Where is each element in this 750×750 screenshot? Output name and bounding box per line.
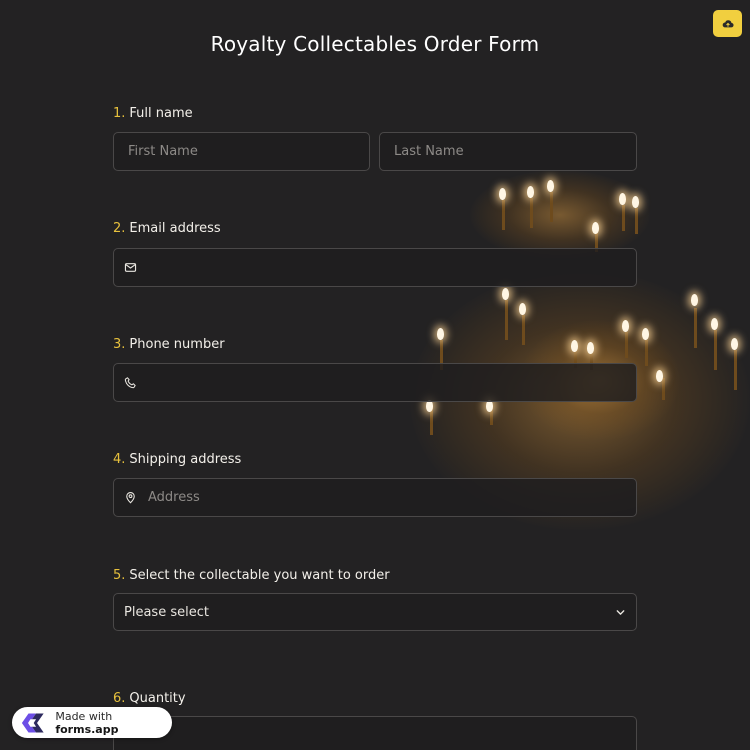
question-number: 6. <box>113 691 126 706</box>
phone-icon <box>124 376 138 390</box>
form-title: Royalty Collectables Order Form <box>210 32 540 56</box>
question-label: Phone number <box>129 337 225 352</box>
first-name-input[interactable]: First Name <box>113 132 370 171</box>
last-name-input[interactable]: Last Name <box>379 132 637 171</box>
question-select-collectable: 5. Select the collectable you want to or… <box>113 568 637 583</box>
badge-prefix: Made with <box>55 709 113 723</box>
question-quantity: 6. Quantity <box>113 691 637 706</box>
question-label: Quantity <box>129 691 186 706</box>
question-full-name: 1. Full name <box>113 106 637 121</box>
quantity-input[interactable] <box>113 716 637 750</box>
question-label: Email address <box>129 221 221 236</box>
question-number: 4. <box>113 452 126 467</box>
question-label: Full name <box>129 106 193 121</box>
question-number: 1. <box>113 106 126 121</box>
question-shipping-address: 4. Shipping address <box>113 452 637 467</box>
collectable-select-value: Please select <box>124 604 209 620</box>
badge-brand: forms.app <box>55 722 119 736</box>
address-placeholder: Address <box>148 490 200 505</box>
question-number: 5. <box>113 568 126 583</box>
email-input[interactable] <box>113 248 637 287</box>
question-number: 2. <box>113 221 126 236</box>
map-pin-icon <box>124 491 138 505</box>
question-label: Select the collectable you want to order <box>129 568 390 583</box>
question-phone: 3. Phone number <box>113 337 637 352</box>
chevron-down-icon <box>616 609 625 615</box>
question-label: Shipping address <box>129 452 242 467</box>
question-email: 2. Email address <box>113 221 637 236</box>
last-name-placeholder: Last Name <box>394 144 464 159</box>
collectable-select[interactable]: Please select <box>113 593 637 631</box>
question-number: 3. <box>113 337 126 352</box>
cloud-upload-icon <box>722 19 734 27</box>
forms-app-logo-icon <box>21 713 44 732</box>
address-input[interactable]: Address <box>113 478 637 517</box>
made-with-forms-app-badge[interactable]: Made with forms.app <box>12 707 172 738</box>
envelope-icon <box>124 261 138 275</box>
first-name-placeholder: First Name <box>128 144 198 159</box>
phone-input[interactable] <box>113 363 637 402</box>
